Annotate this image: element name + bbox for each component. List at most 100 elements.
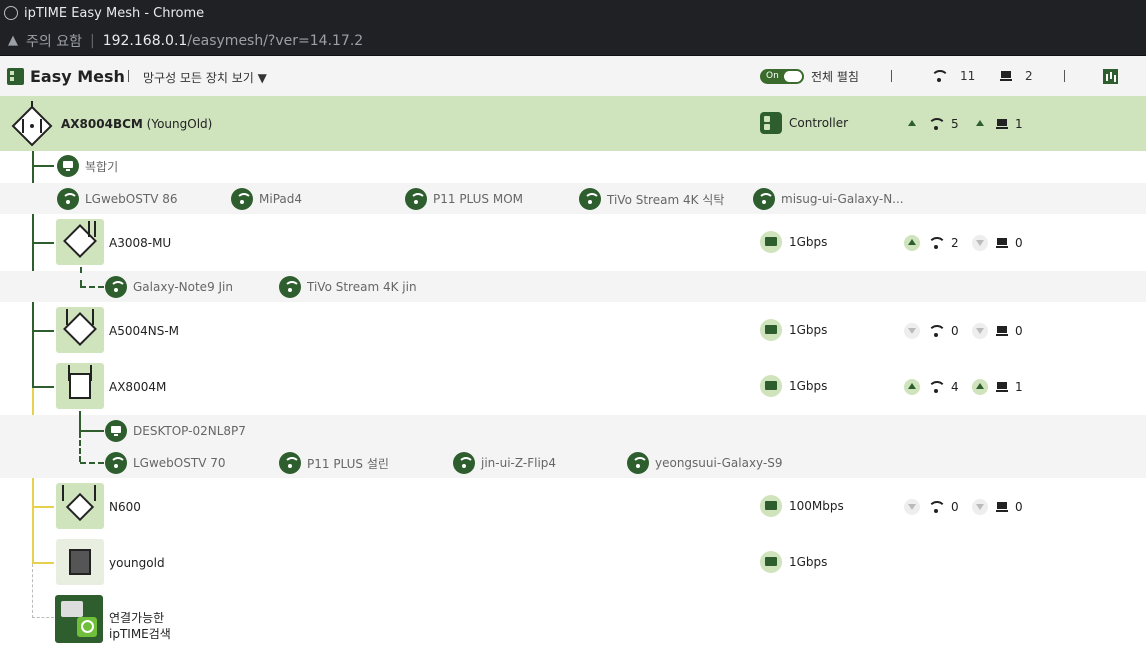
tree-line	[80, 462, 104, 464]
client-name: LGwebOSTV 70	[133, 456, 226, 470]
wifi-total-count: 11	[960, 69, 976, 83]
client-wifi[interactable]: TiVo Stream 4K 식탁	[579, 188, 724, 210]
pc-icon	[57, 155, 79, 177]
antenna	[94, 485, 96, 501]
router-icon	[69, 373, 91, 399]
agent-link: 1Gbps	[760, 375, 827, 397]
agent-link: 100Mbps	[760, 495, 844, 517]
warning-icon: ▲	[8, 33, 18, 48]
expand-up-icon[interactable]	[904, 116, 920, 132]
router-icon	[69, 549, 91, 575]
search-iptime-label[interactable]: 연결가능한 ipTIME검색	[109, 610, 171, 642]
controller-icon	[760, 112, 782, 134]
router-icon	[63, 224, 97, 258]
controller-label: (YoungOld)	[146, 117, 213, 131]
agent-device-icon[interactable]	[56, 363, 104, 409]
pc-icon	[996, 502, 1008, 512]
client-wifi[interactable]: jin-ui-Z-Flip4	[453, 452, 556, 474]
client-wifi[interactable]: LGwebOSTV 70	[105, 452, 225, 474]
view-all-devices-dropdown[interactable]: 망구성 모든 장치 보기 ▼	[143, 69, 267, 86]
antenna	[94, 221, 96, 237]
agent-device-icon[interactable]	[56, 483, 104, 529]
agent-wired-count[interactable]: 0	[972, 235, 1023, 251]
agent-name[interactable]: youngold	[109, 556, 165, 570]
controller-wifi-count[interactable]: 5	[904, 116, 959, 132]
agent-link: 1Gbps	[760, 551, 827, 573]
ethernet-icon	[760, 231, 782, 253]
expand-down-icon[interactable]	[972, 235, 988, 251]
wifi-icon	[231, 188, 253, 210]
client-wifi[interactable]: Galaxy-Note9 Jin	[105, 276, 233, 298]
agent-wired-count[interactable]: 0	[972, 323, 1023, 339]
agent-name[interactable]: AX8004M	[109, 380, 166, 394]
address-bar[interactable]: ▲ 주의 요함 | 192.168.0.1 /easymesh/?ver=14.…	[0, 26, 1146, 56]
client-name: P11 PLUS 설린	[307, 456, 389, 471]
wired-count: 0	[1015, 324, 1023, 338]
expand-toggle[interactable]: On	[760, 69, 804, 84]
agent-name[interactable]: A3008-MU	[109, 236, 171, 250]
expand-down-icon[interactable]	[972, 499, 988, 515]
controller-name[interactable]: AX8004BCM (YoungOld)	[61, 117, 212, 131]
client-wifi[interactable]: LGwebOSTV 86	[57, 188, 177, 210]
search-iptime-button[interactable]	[55, 595, 103, 643]
agent-wifi-count[interactable]: 0	[904, 323, 959, 339]
client-wifi[interactable]: misug-ui-Galaxy-N...	[753, 188, 904, 210]
client-wired[interactable]: 복합기	[57, 155, 118, 177]
ethernet-icon	[760, 375, 782, 397]
link-speed: 1Gbps	[789, 323, 828, 337]
wifi-icon	[931, 70, 949, 82]
antenna	[68, 365, 70, 381]
expand-up-icon[interactable]	[972, 379, 988, 395]
pc-icon	[996, 382, 1008, 392]
url-host[interactable]: 192.168.0.1	[103, 33, 188, 49]
tree-line	[80, 286, 104, 288]
header-divider	[1064, 70, 1065, 82]
agent-wired-count[interactable]: 0	[972, 499, 1023, 515]
agent-wifi-count[interactable]: 2	[904, 235, 959, 251]
expand-down-icon[interactable]	[904, 499, 920, 515]
link-speed: 1Gbps	[789, 379, 828, 393]
controller-wired-count[interactable]: 1	[972, 116, 1023, 132]
client-wifi[interactable]: MiPad4	[231, 188, 302, 210]
client-name: MiPad4	[259, 192, 302, 206]
controller-role-label: Controller	[789, 116, 849, 130]
expand-up-icon[interactable]	[904, 235, 920, 251]
wifi-count: 5	[951, 117, 959, 131]
agent-device-icon[interactable]	[56, 307, 104, 353]
wifi-icon	[405, 188, 427, 210]
client-wifi[interactable]: P11 PLUS 설린	[279, 452, 389, 474]
client-wifi[interactable]: TiVo Stream 4K jin	[279, 276, 417, 298]
ethernet-icon	[760, 319, 782, 341]
wifi-icon	[928, 381, 946, 393]
expand-all-label: 전체 펼침	[811, 70, 859, 84]
tree-line	[79, 411, 81, 431]
tree-line	[32, 330, 54, 332]
wired-total-count: 2	[1025, 69, 1033, 83]
agent-wired-count[interactable]: 1	[972, 379, 1023, 395]
expand-down-icon[interactable]	[972, 323, 988, 339]
ethernet-icon	[760, 495, 782, 517]
wifi-count: 4	[951, 380, 959, 394]
expand-up-icon[interactable]	[904, 379, 920, 395]
agent-name[interactable]: N600	[109, 500, 141, 514]
device-icon	[61, 601, 83, 617]
security-label[interactable]: 주의 요함	[26, 31, 82, 51]
expand-up-icon[interactable]	[972, 116, 988, 132]
client-wifi[interactable]: yeongsuui-Galaxy-S9	[627, 452, 783, 474]
client-wifi[interactable]: P11 PLUS MOM	[405, 188, 523, 210]
search-label-line1: 연결가능한	[109, 611, 165, 625]
chart-icon[interactable]	[1103, 69, 1118, 84]
agent-device-icon[interactable]	[56, 219, 104, 265]
agent-wifi-count[interactable]: 4	[904, 379, 959, 395]
agent-wifi-count[interactable]: 0	[904, 499, 959, 515]
tree-line	[32, 506, 54, 508]
agent-device-icon[interactable]	[56, 539, 104, 585]
wifi-count: 0	[951, 500, 959, 514]
wifi-icon	[928, 237, 946, 249]
url-path[interactable]: /easymesh/?ver=14.17.2	[187, 33, 363, 49]
wired-count: 1	[1015, 380, 1023, 394]
client-wired[interactable]: DESKTOP-02NL8P7	[105, 420, 246, 442]
agent-name[interactable]: A5004NS-M	[109, 324, 179, 338]
tree-line	[79, 430, 104, 432]
expand-down-icon[interactable]	[904, 323, 920, 339]
